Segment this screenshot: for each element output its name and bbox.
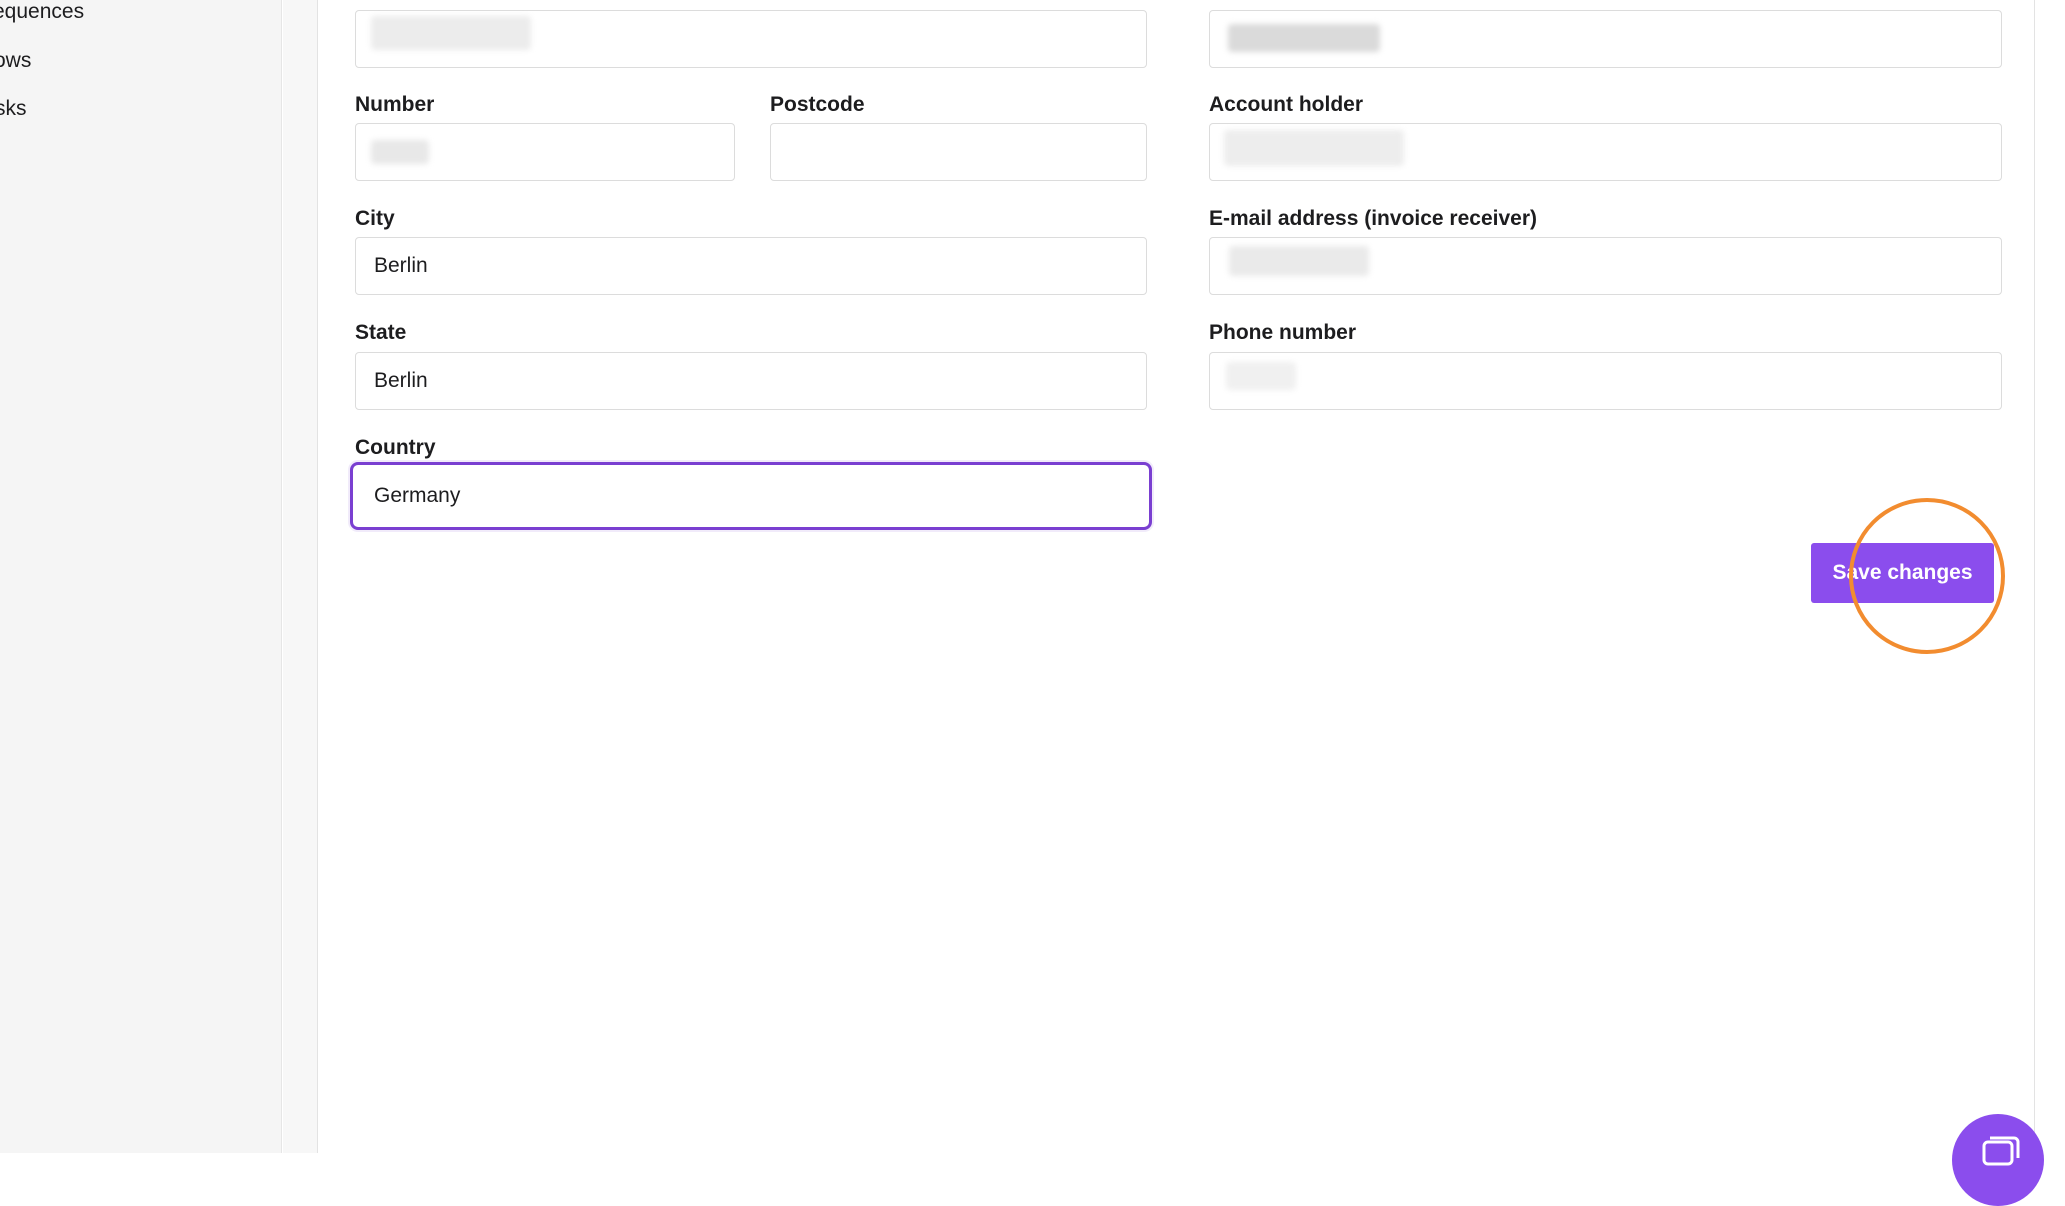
save-changes-button[interactable]: Save changes [1811, 543, 1994, 603]
sidebar-item-workflows[interactable]: ows [0, 49, 31, 73]
number-label: Number [355, 93, 435, 116]
state-field[interactable] [355, 352, 1147, 410]
sidebar-item-tasks[interactable]: sks [0, 97, 27, 121]
country-field[interactable] [350, 462, 1152, 530]
phone-value-redacted [1226, 362, 1296, 390]
postcode-field[interactable] [770, 123, 1147, 181]
state-label: State [355, 321, 407, 344]
content-gutter [283, 0, 318, 1153]
city-field[interactable] [355, 237, 1147, 295]
account-holder-label: Account holder [1209, 93, 1364, 116]
number-value-redacted [371, 140, 429, 164]
iban-value-redacted [1228, 24, 1380, 52]
phone-field[interactable] [1209, 352, 2002, 410]
postcode-label: Postcode [770, 93, 865, 116]
city-label: City [355, 207, 395, 230]
chat-launcher-button[interactable] [1952, 1114, 2044, 1206]
account-holder-value-redacted [1224, 130, 1404, 166]
country-label: Country [355, 436, 436, 459]
phone-label: Phone number [1209, 321, 1357, 344]
email-value-redacted [1229, 246, 1369, 276]
sidebar: equences ows sks [0, 0, 282, 1153]
street-value-redacted [371, 16, 531, 50]
chat-icon [1982, 1136, 2020, 1166]
email-label: E-mail address (invoice receiver) [1209, 207, 1537, 230]
sidebar-item-sequences[interactable]: equences [0, 0, 84, 24]
